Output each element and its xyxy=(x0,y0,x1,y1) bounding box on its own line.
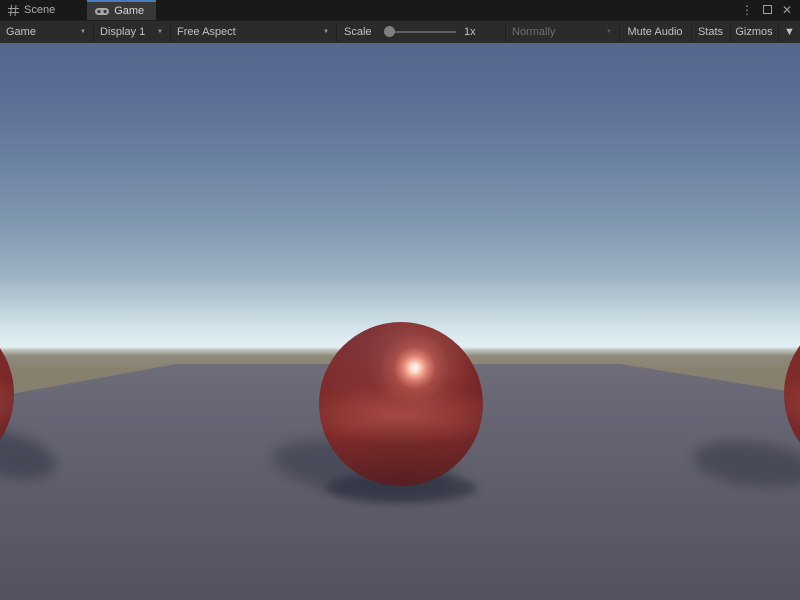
grid-icon xyxy=(8,5,19,16)
aspect-ratio-dropdown[interactable]: Free Aspect ▼ xyxy=(171,21,335,43)
tab-scene[interactable]: Scene xyxy=(0,0,67,20)
tab-game-label: Game xyxy=(114,5,144,17)
toolbar-separator xyxy=(336,23,337,42)
kebab-menu-icon[interactable]: ⋮ xyxy=(740,1,754,19)
scale-slider-knob[interactable] xyxy=(384,26,395,37)
scale-value: 1x xyxy=(464,21,476,43)
gamepad-icon xyxy=(95,7,109,16)
stats-button[interactable]: Stats xyxy=(692,21,729,43)
tab-scene-label: Scene xyxy=(24,4,55,16)
chevron-down-icon: ▼ xyxy=(157,29,163,35)
mute-audio-button[interactable]: Mute Audio xyxy=(620,21,690,43)
maximize-box xyxy=(763,5,772,14)
play-mode-label: Normally xyxy=(512,26,555,38)
game-mode-dropdown[interactable]: Game ▼ xyxy=(0,21,92,43)
scale-slider-track[interactable] xyxy=(384,31,456,33)
game-render-viewport[interactable] xyxy=(0,43,800,600)
maximize-icon[interactable] xyxy=(760,1,774,19)
window-controls: ⋮ ✕ xyxy=(740,0,800,20)
tab-game[interactable]: Game xyxy=(87,0,156,20)
chevron-down-icon: ▼ xyxy=(784,26,795,38)
game-mode-dropdown-label: Game xyxy=(6,26,36,38)
game-view-toolbar: Game ▼ Display 1 ▼ Free Aspect ▼ Scale 1… xyxy=(0,20,800,43)
display-dropdown[interactable]: Display 1 ▼ xyxy=(94,21,169,43)
chevron-down-icon: ▼ xyxy=(80,29,86,35)
close-icon[interactable]: ✕ xyxy=(780,1,794,19)
tab-strip: Scene Game ⋮ ✕ xyxy=(0,0,800,20)
gizmos-dropdown-arrow[interactable]: ▼ xyxy=(779,21,800,43)
chevron-down-icon: ▼ xyxy=(606,29,612,35)
unity-game-view-window: Scene Game ⋮ ✕ Game ▼ Display 1 ▼ Free A… xyxy=(0,0,800,600)
gizmos-button[interactable]: Gizmos xyxy=(731,21,777,43)
display-dropdown-label: Display 1 xyxy=(100,26,145,38)
scale-label: Scale xyxy=(344,21,372,43)
play-mode-dropdown[interactable]: Normally ▼ xyxy=(506,21,618,43)
aspect-ratio-label: Free Aspect xyxy=(177,26,236,38)
red-sphere-center xyxy=(319,322,483,486)
scale-slider[interactable] xyxy=(384,21,458,43)
chevron-down-icon: ▼ xyxy=(323,29,329,35)
